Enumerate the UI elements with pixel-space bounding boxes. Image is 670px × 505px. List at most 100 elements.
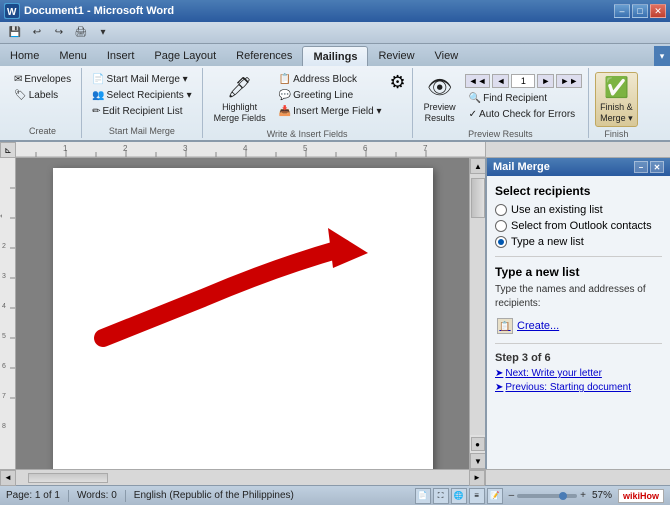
zoom-level: 57% (592, 490, 612, 501)
prev-btn[interactable]: ◄ (492, 74, 509, 88)
full-screen-btn[interactable]: ⛶ (433, 488, 449, 504)
highlight-merge-fields-button[interactable]: 🖊 HighlightMerge Fields (209, 72, 271, 127)
type-new-list-radio[interactable] (495, 236, 507, 248)
window-title: Document1 - Microsoft Word (24, 5, 174, 17)
doc-vertical-scrollbar: ▲ ● ▼ (469, 158, 485, 469)
h-scrollbar-area: ◄ ► (0, 470, 485, 485)
next-step-link[interactable]: ➤ Next: Write your letter (495, 368, 662, 379)
select-recipients-button[interactable]: 👥 Select Recipients ▾ (88, 88, 196, 103)
close-button[interactable]: ✕ (650, 4, 666, 18)
select-recipients-heading: Select recipients (495, 184, 662, 198)
print-quick-btn[interactable]: 🖨 (72, 24, 90, 42)
tab-home[interactable]: Home (0, 46, 49, 66)
finish-group-label: Finish (595, 127, 638, 139)
preview-group-label: Preview Results (419, 127, 583, 139)
zoom-out-btn[interactable]: – (509, 490, 515, 501)
status-bar: Page: 1 of 1 Words: 0 English (Republic … (0, 485, 670, 505)
use-existing-list-option[interactable]: Use an existing list (495, 204, 662, 216)
web-layout-btn[interactable]: 🌐 (451, 488, 467, 504)
zoom-track[interactable] (517, 494, 577, 498)
scroll-track[interactable] (470, 174, 485, 435)
select-outlook-radio[interactable] (495, 220, 507, 232)
tab-menu[interactable]: Menu (49, 46, 97, 66)
panel-close-btn[interactable]: ✕ (650, 161, 664, 173)
redo-quick-btn[interactable]: ↪ (50, 24, 68, 42)
edit-recipient-list-button[interactable]: ✏ Edit Recipient List (88, 104, 196, 119)
tab-insert[interactable]: Insert (97, 46, 145, 66)
ribbon-group-preview: 👁 PreviewResults ◄◄ ◄ ► ►► 🔍 Find Recipi… (413, 68, 590, 138)
prev-record-btn[interactable]: ◄◄ (465, 74, 491, 88)
h-scroll-track[interactable] (18, 473, 467, 483)
h-scroll-thumb[interactable] (28, 473, 108, 483)
ruler-panel-spacer (485, 142, 670, 157)
print-layout-btn[interactable]: 📄 (415, 488, 431, 504)
labels-button[interactable]: 🏷 Labels (10, 88, 75, 103)
step-title: Step 3 of 6 (495, 352, 662, 364)
svg-text:3: 3 (183, 144, 188, 153)
outline-btn[interactable]: ≡ (469, 488, 485, 504)
tab-page-layout[interactable]: Page Layout (144, 46, 226, 66)
ribbon-content: ✉ Envelopes 🏷 Labels Create 📄 Start Mail (0, 66, 670, 140)
scroll-down-btn[interactable]: ▼ (470, 453, 486, 469)
app-icon: W (4, 3, 20, 19)
scroll-up-btn[interactable]: ▲ (470, 158, 486, 174)
panel-minimize-btn[interactable]: – (634, 161, 648, 173)
save-quick-btn[interactable]: 💾 (6, 24, 24, 42)
qa-dropdown-btn[interactable]: ▾ (94, 24, 112, 42)
finish-merge-button[interactable]: ✅ Finish &Merge ▾ (595, 72, 638, 127)
prev-arrow-icon: ➤ (495, 382, 503, 393)
next-btn[interactable]: ► (537, 74, 554, 88)
select-browse-obj-btn[interactable]: ● (471, 437, 485, 451)
start-mail-merge-button[interactable]: 📄 Start Mail Merge ▾ (88, 72, 196, 87)
minimize-button[interactable]: – (614, 4, 630, 18)
ribbon: Home Menu Insert Page Layout References … (0, 44, 670, 142)
word-count: Words: 0 (77, 490, 117, 501)
envelopes-button[interactable]: ✉ Envelopes (10, 72, 75, 87)
horizontal-ruler: 1 2 3 4 5 6 (16, 142, 485, 157)
type-new-list-option[interactable]: Type a new list (495, 236, 662, 248)
insert-merge-field-button[interactable]: 📥 Insert Merge Field ▾ (275, 104, 386, 119)
preview-results-button[interactable]: 👁 PreviewResults (419, 72, 461, 127)
select-outlook-option[interactable]: Select from Outlook contacts (495, 220, 662, 232)
ribbon-toggle-btn[interactable]: ▾ (654, 46, 670, 66)
h-scroll-right-btn[interactable]: ► (469, 470, 485, 486)
greeting-line-button[interactable]: 💬 Greeting Line (275, 88, 386, 103)
address-block-button[interactable]: 📋 Address Block (275, 72, 386, 87)
recipients-icon: 👥 (92, 90, 104, 101)
ruler-corner[interactable]: ⊾ (0, 142, 16, 158)
panel-divider-2 (495, 343, 662, 344)
zoom-in-btn[interactable]: + (580, 490, 586, 501)
find-recipient-button[interactable]: 🔍 Find Recipient (465, 91, 583, 106)
status-sep-2 (125, 490, 126, 502)
scroll-thumb[interactable] (471, 178, 485, 218)
insert-field-buttons: 📋 Address Block 💬 Greeting Line 📥 Insert… (275, 72, 386, 119)
zoom-thumb[interactable] (559, 492, 567, 500)
status-sep-1 (68, 490, 69, 502)
tab-mailings[interactable]: Mailings (302, 46, 368, 66)
prev-step-link[interactable]: ➤ Previous: Starting document (495, 382, 662, 393)
edit-list-icon: ✏ (92, 106, 100, 117)
next-arrow-icon: ➤ (495, 368, 503, 379)
use-existing-radio[interactable] (495, 204, 507, 216)
content-row: 1 2 3 4 5 6 7 8 (0, 158, 670, 469)
auto-check-errors-button[interactable]: ✓ Auto Check for Errors (465, 107, 583, 122)
finish-icon: ✅ (604, 75, 629, 100)
write-insert-content: 🖊 HighlightMerge Fields 📋 Address Block … (209, 70, 406, 127)
draft-btn[interactable]: 📝 (487, 488, 503, 504)
undo-quick-btn[interactable]: ↩ (28, 24, 46, 42)
window-controls[interactable]: – □ ✕ (614, 4, 666, 18)
tab-review[interactable]: Review (368, 46, 424, 66)
next-record-btn[interactable]: ►► (556, 74, 582, 88)
tab-view[interactable]: View (425, 46, 469, 66)
document-page[interactable] (53, 168, 433, 469)
write-insert-extra: ⚙ (389, 72, 405, 93)
record-number-input[interactable] (511, 74, 535, 88)
create-button[interactable]: 📋 Create... (495, 317, 561, 335)
tab-references[interactable]: References (226, 46, 302, 66)
zoom-slider: – + 57% (509, 490, 612, 501)
preview-nav-buttons: ◄◄ ◄ ► ►► 🔍 Find Recipient ✓ Auto Check … (465, 72, 583, 122)
horizontal-scrollbar-row: ◄ ► (0, 469, 670, 485)
maximize-button[interactable]: □ (632, 4, 648, 18)
status-right: 📄 ⛶ 🌐 ≡ 📝 – + 57% wikiHow (415, 488, 664, 504)
h-scroll-left-btn[interactable]: ◄ (0, 470, 16, 486)
